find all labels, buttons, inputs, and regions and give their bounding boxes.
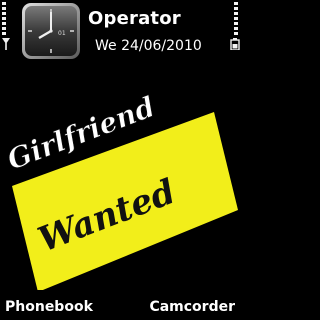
- battery-bar: [234, 32, 238, 35]
- battery-level-indicator: [234, 2, 238, 36]
- battery-bar: [234, 7, 238, 10]
- operator-name: Operator: [88, 8, 181, 29]
- clock-icon[interactable]: 01: [21, 2, 81, 60]
- signal-bar: [2, 7, 6, 10]
- home-screen: 01 Operator We 24/06/2010 Girlfriend Wan…: [0, 0, 240, 320]
- battery-bar: [234, 17, 238, 20]
- clock-date-label: 01: [58, 30, 66, 37]
- battery-icon: [230, 38, 240, 50]
- signal-strength-indicator: [2, 2, 6, 36]
- left-softkey[interactable]: Phonebook: [5, 299, 93, 315]
- signal-bar: [2, 22, 6, 25]
- right-softkey[interactable]: Camcorder: [149, 299, 235, 315]
- signal-bar: [2, 27, 6, 30]
- signal-bar: [2, 12, 6, 15]
- battery-bar: [234, 12, 238, 15]
- battery-bar: [234, 22, 238, 25]
- battery-bar: [234, 2, 238, 5]
- signal-bar: [2, 17, 6, 20]
- battery-bar: [234, 27, 238, 30]
- signal-bar: [2, 2, 6, 5]
- date-label: We 24/06/2010: [95, 38, 202, 54]
- antenna-icon: [2, 38, 10, 50]
- signal-bar: [2, 32, 6, 35]
- wallpaper-image: Girlfriend Wanted: [2, 90, 238, 290]
